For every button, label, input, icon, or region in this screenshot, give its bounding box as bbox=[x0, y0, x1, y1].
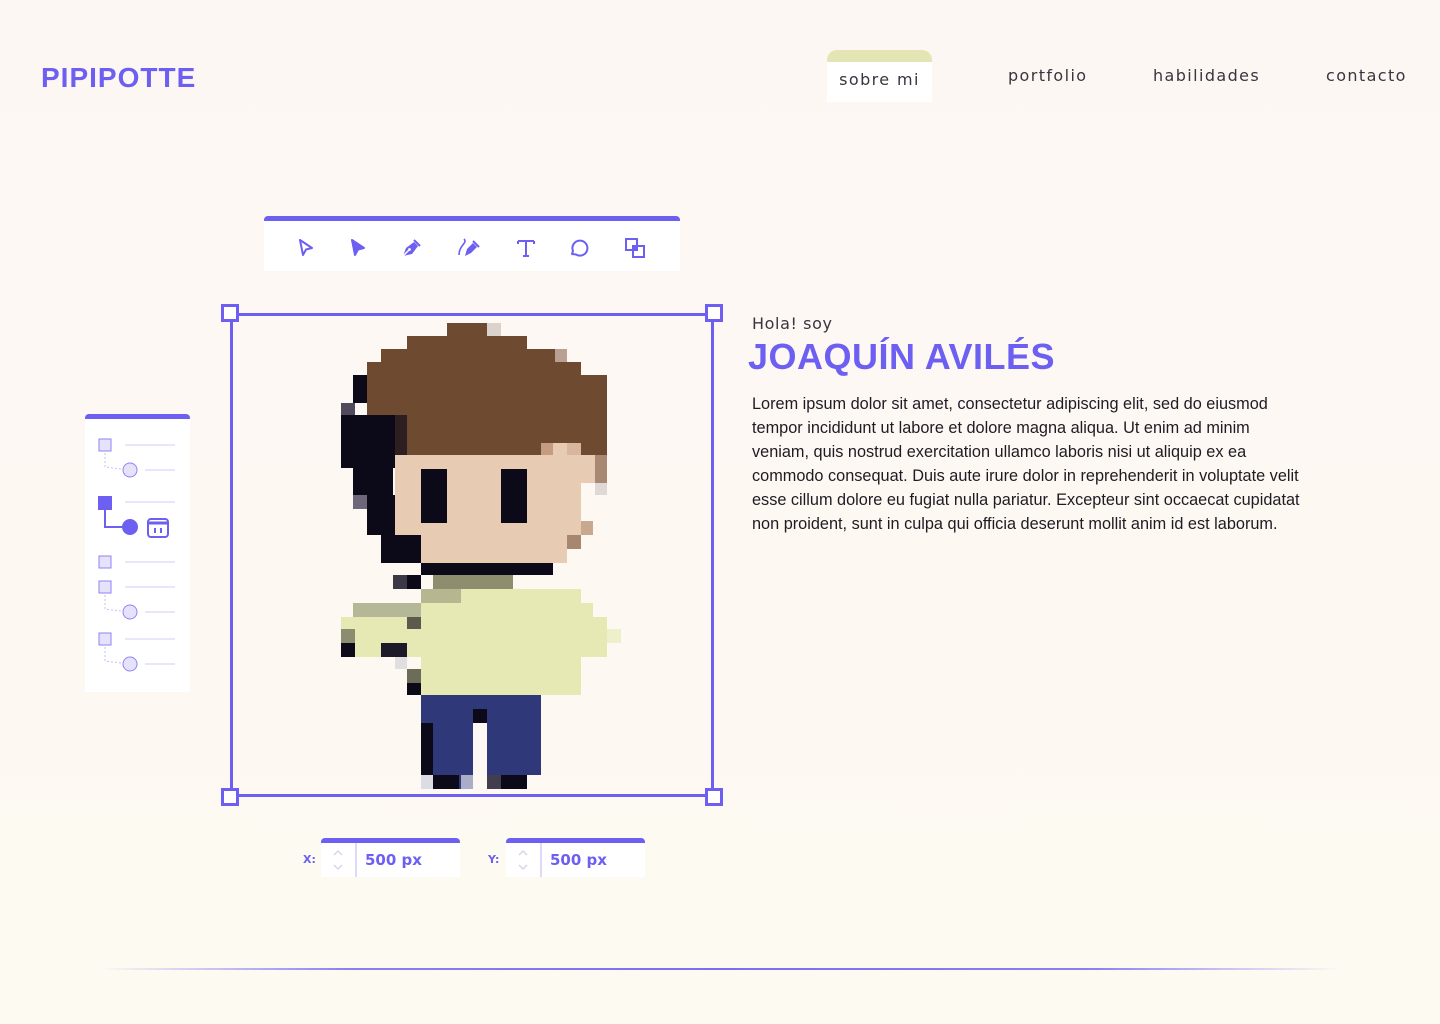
nav-item-contacto[interactable]: contacto bbox=[1326, 66, 1407, 85]
pen-curve-icon[interactable] bbox=[456, 235, 482, 261]
layers-panel bbox=[85, 414, 190, 692]
comment-icon[interactable] bbox=[566, 235, 592, 261]
select-arrow-solid-icon[interactable] bbox=[344, 235, 370, 261]
greeting-text: Hola! soy bbox=[752, 314, 833, 333]
resize-handle-bottom-right[interactable] bbox=[705, 788, 723, 806]
text-icon[interactable] bbox=[513, 235, 539, 261]
x-coordinate-input[interactable] bbox=[365, 847, 453, 873]
component-icon[interactable] bbox=[147, 518, 169, 538]
chevron-up-icon bbox=[333, 849, 343, 856]
x-coordinate-field bbox=[321, 838, 460, 877]
nav-item-portfolio[interactable]: portfolio bbox=[1008, 66, 1088, 85]
boolean-icon[interactable] bbox=[622, 235, 648, 261]
chevron-down-icon bbox=[333, 864, 343, 871]
frame-icon[interactable] bbox=[98, 632, 112, 646]
y-coordinate-field bbox=[506, 838, 645, 877]
y-coordinate-input[interactable] bbox=[550, 847, 638, 873]
footer-divider bbox=[100, 968, 1340, 970]
chevron-down-icon bbox=[518, 864, 528, 871]
ellipse-icon[interactable] bbox=[122, 519, 138, 535]
frame-icon[interactable] bbox=[98, 555, 112, 569]
pixel-avatar-illustration bbox=[341, 323, 621, 789]
y-coordinate-stepper[interactable] bbox=[506, 843, 542, 877]
design-toolbar bbox=[264, 216, 680, 271]
page-title: JOAQUÍN AVILÉS bbox=[748, 336, 1056, 377]
bio-paragraph: Lorem ipsum dolor sit amet, consectetur … bbox=[752, 395, 1300, 533]
x-coordinate-stepper[interactable] bbox=[321, 843, 357, 877]
logo[interactable]: PIPIPOTTE bbox=[41, 62, 196, 94]
selection-frame[interactable] bbox=[230, 313, 714, 797]
chevron-up-icon bbox=[518, 849, 528, 856]
pen-icon[interactable] bbox=[398, 235, 424, 261]
ellipse-icon[interactable] bbox=[122, 604, 138, 620]
select-arrow-outline-icon[interactable] bbox=[292, 235, 318, 261]
frame-icon[interactable] bbox=[98, 580, 112, 594]
resize-handle-bottom-left[interactable] bbox=[221, 788, 239, 806]
ellipse-icon[interactable] bbox=[122, 462, 138, 478]
y-coordinate-label: Y: bbox=[488, 853, 500, 866]
nav-item-label: sobre mi bbox=[839, 70, 920, 89]
frame-icon[interactable] bbox=[98, 496, 112, 510]
nav-item-sobre-mi[interactable]: sobre mi bbox=[827, 50, 932, 102]
resize-handle-top-left[interactable] bbox=[221, 304, 239, 322]
frame-icon[interactable] bbox=[98, 438, 112, 452]
nav-item-habilidades[interactable]: habilidades bbox=[1153, 66, 1260, 85]
ellipse-icon[interactable] bbox=[122, 656, 138, 672]
resize-handle-top-right[interactable] bbox=[705, 304, 723, 322]
x-coordinate-label: X: bbox=[303, 853, 316, 866]
